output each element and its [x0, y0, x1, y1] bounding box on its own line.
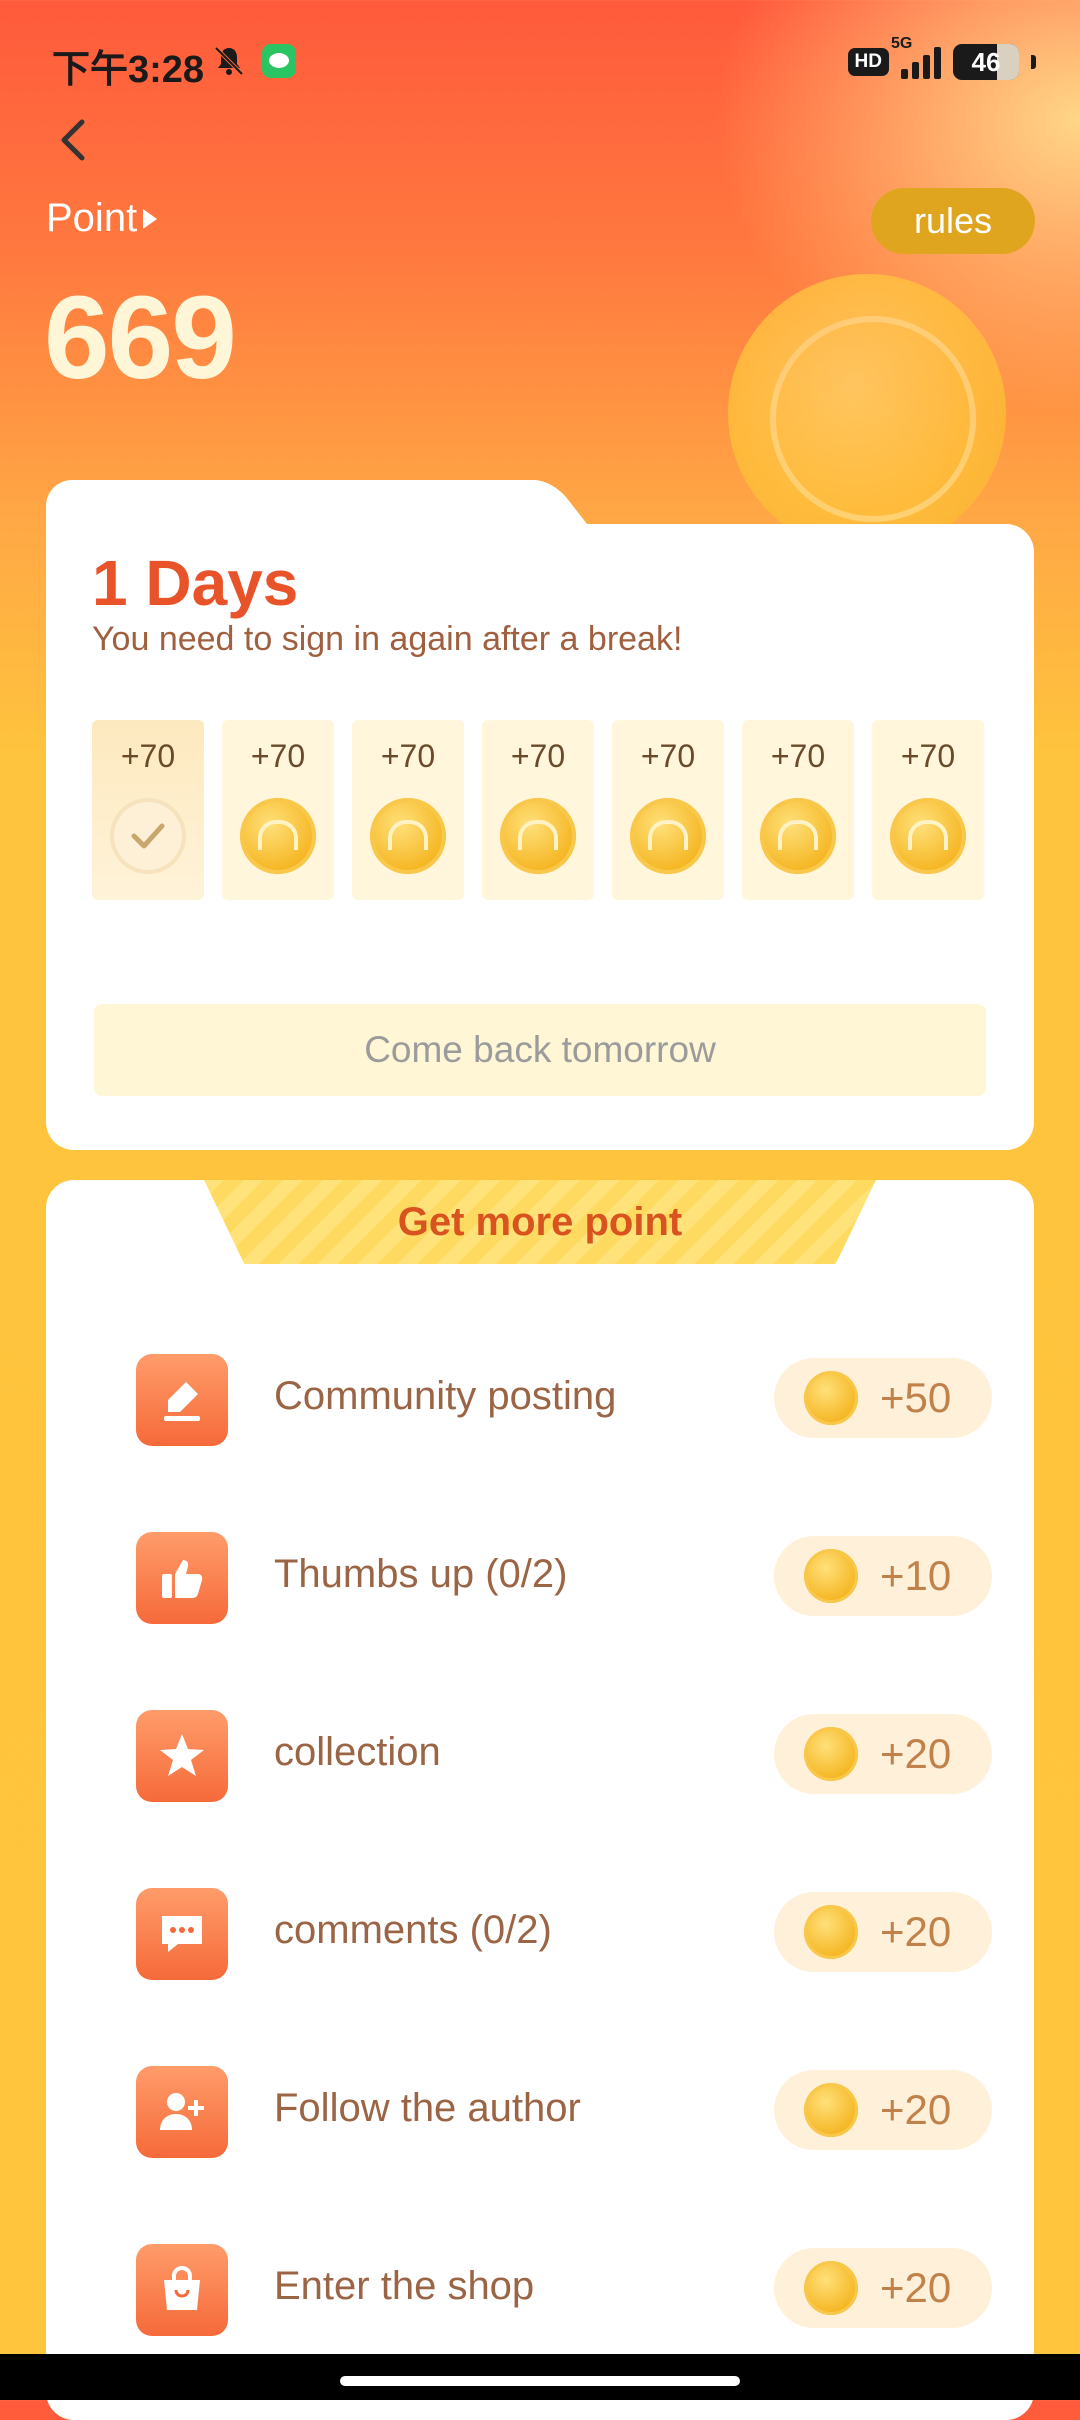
task-reward-pill[interactable]: +20	[774, 1892, 992, 1972]
status-bar: 下午3:28 HD 5G 46	[0, 0, 1080, 130]
coin-icon	[630, 798, 706, 874]
day-reward: +70	[120, 738, 176, 774]
day-reward: +70	[510, 738, 566, 774]
get-more-point-banner: Get more point	[204, 1180, 876, 1264]
day-reward: +70	[770, 738, 826, 774]
thumbs-up-icon	[136, 1532, 228, 1624]
point-balance: 669	[44, 272, 237, 404]
coin-icon	[500, 798, 576, 874]
coin-icon	[804, 1727, 858, 1781]
task-reward: +20	[880, 2264, 952, 2311]
task-item[interactable]: Thumbs up (0/2) +10	[136, 1528, 992, 1624]
day-reward: +70	[380, 738, 436, 774]
wechat-notification-icon	[262, 44, 296, 78]
coin-icon	[760, 798, 836, 874]
battery-icon: 46	[953, 44, 1019, 80]
home-indicator[interactable]	[340, 2376, 740, 2386]
task-reward: +10	[880, 1552, 952, 1599]
task-label: comments (0/2)	[274, 1908, 552, 1952]
come-back-tomorrow-button[interactable]: Come back tomorrow	[94, 1004, 986, 1096]
banner-title: Get more point	[397, 1199, 683, 1244]
task-reward: +20	[880, 1908, 952, 1955]
task-item[interactable]: Community posting +50	[136, 1350, 992, 1446]
coin-icon	[370, 798, 446, 874]
coin-icon	[804, 1371, 858, 1425]
day-reward: +70	[250, 738, 306, 774]
muted-bell-icon	[214, 46, 244, 76]
star-icon	[136, 1710, 228, 1802]
edit-icon	[136, 1354, 228, 1446]
task-reward-pill[interactable]: +20	[774, 2070, 992, 2150]
streak-days-title: 1 Days	[92, 547, 299, 619]
coin-decoration-icon	[728, 274, 1006, 552]
point-label: Point	[46, 196, 138, 240]
task-label: Follow the author	[274, 2086, 581, 2130]
caret-right-icon	[143, 208, 158, 229]
task-item[interactable]: Follow the author +20	[136, 2062, 992, 2158]
streak-hint: You need to sign in again after a break!	[92, 620, 683, 658]
task-reward-pill[interactable]: +20	[774, 2248, 992, 2328]
sign-in-days-row: +70 +70 +70 +70 +70 +70 +70	[92, 720, 984, 900]
task-reward-pill[interactable]: +10	[774, 1536, 992, 1616]
status-time: 下午3:28	[52, 49, 205, 91]
add-user-icon	[136, 2066, 228, 2158]
network-type: 5G	[891, 35, 913, 52]
coin-icon	[240, 798, 316, 874]
battery-tip	[1031, 55, 1036, 69]
sign-in-day-2: +70	[222, 720, 334, 900]
tasks-card: Get more point Community posting +50 Thu…	[46, 1180, 1034, 2420]
sign-in-day-1: +70	[92, 720, 204, 900]
task-reward-pill[interactable]: +20	[774, 1714, 992, 1794]
sign-in-day-4: +70	[482, 720, 594, 900]
sign-in-card: 1 Days You need to sign in again after a…	[46, 524, 1034, 1150]
task-item[interactable]: Enter the shop +20	[136, 2240, 992, 2336]
coin-icon	[804, 2083, 858, 2137]
task-item[interactable]: comments (0/2) +20	[136, 1884, 992, 1980]
hd-badge: HD	[847, 48, 889, 76]
day-reward: +70	[900, 738, 956, 774]
coin-icon	[804, 2261, 858, 2315]
task-label: Thumbs up (0/2)	[274, 1552, 568, 1596]
task-reward: +20	[880, 1730, 952, 1777]
sign-in-day-6: +70	[742, 720, 854, 900]
coin-icon	[890, 798, 966, 874]
point-link[interactable]: Point	[46, 196, 158, 241]
comment-icon	[136, 1888, 228, 1980]
task-reward: +50	[880, 1374, 952, 1421]
sign-in-day-5: +70	[612, 720, 724, 900]
task-reward: +20	[880, 2086, 952, 2133]
shopping-bag-icon	[136, 2244, 228, 2336]
back-arrow-icon[interactable]	[52, 112, 96, 168]
signal-icon: 5G	[891, 35, 941, 79]
gesture-bar	[0, 2354, 1080, 2400]
task-label: Enter the shop	[274, 2264, 535, 2308]
coin-icon	[804, 1549, 858, 1603]
task-item[interactable]: collection +20	[136, 1706, 992, 1802]
coin-icon	[804, 1905, 858, 1959]
task-reward-pill[interactable]: +50	[774, 1358, 992, 1438]
rules-button[interactable]: rules	[871, 188, 1035, 254]
checked-coin-icon	[110, 798, 186, 874]
day-reward: +70	[640, 738, 696, 774]
sign-in-day-7: +70	[872, 720, 984, 900]
task-label: collection	[274, 1730, 441, 1774]
task-label: Community posting	[274, 1374, 617, 1418]
sign-in-day-3: +70	[352, 720, 464, 900]
battery-level: 46	[971, 46, 1001, 77]
